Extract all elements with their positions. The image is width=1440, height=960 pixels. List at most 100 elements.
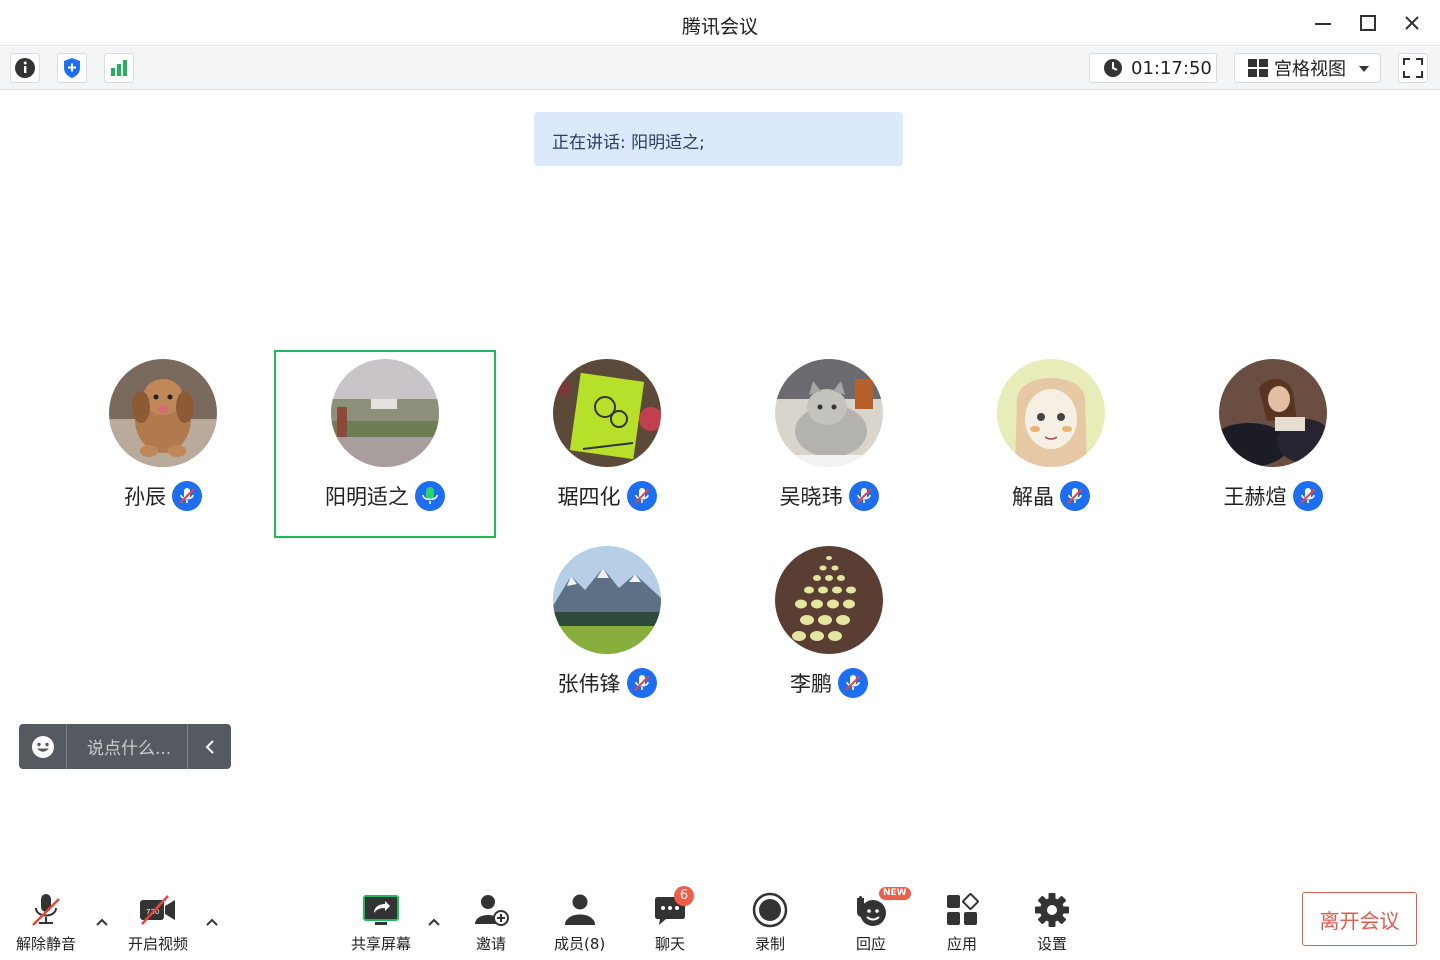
record-icon <box>752 892 788 928</box>
avatar <box>553 546 661 654</box>
view-mode-label: 宫格视图 <box>1274 59 1346 80</box>
avatar <box>1219 359 1327 467</box>
avatar <box>331 359 439 467</box>
close-button[interactable] <box>1398 9 1426 37</box>
participant-name: 解晶 <box>1012 485 1054 509</box>
maximize-button[interactable] <box>1354 9 1382 37</box>
share-options-button[interactable] <box>426 914 442 930</box>
smiley-icon <box>31 735 54 758</box>
settings-label: 设置 <box>1036 935 1067 953</box>
avatar <box>997 359 1105 467</box>
unread-badge: 6 <box>674 886 694 906</box>
record-button[interactable]: 录制 <box>750 890 790 954</box>
dropdown-caret-icon <box>1359 66 1369 72</box>
grid-view-icon <box>1248 59 1268 77</box>
mic-muted-icon <box>838 668 868 698</box>
network-quality-button[interactable] <box>104 53 134 83</box>
members-button[interactable]: 成员(8) <box>554 890 605 954</box>
mic-off-icon <box>32 894 60 926</box>
chevron-up-icon <box>96 918 108 926</box>
participant-tile[interactable]: 李鹏 <box>718 538 940 726</box>
leave-meeting-button[interactable]: 离开会议 <box>1302 892 1417 946</box>
avatar <box>109 359 217 467</box>
collapse-chat-button[interactable] <box>187 724 231 769</box>
signal-bars-icon <box>111 60 127 76</box>
participant-name-row: 孙辰 <box>52 481 274 511</box>
avatar <box>775 546 883 654</box>
video-options-button[interactable] <box>204 914 220 930</box>
window-title: 腾讯会议 <box>681 16 758 38</box>
mic-muted-icon <box>1292 481 1323 511</box>
share-screen-label: 共享屏幕 <box>351 935 412 953</box>
start-video-button[interactable]: 720 开启视频 <box>128 890 188 954</box>
shield-icon <box>64 58 80 78</box>
maximize-icon <box>1360 15 1376 31</box>
new-tag: NEW <box>879 887 911 900</box>
members-icon <box>564 894 595 925</box>
chevron-up-icon <box>206 918 218 926</box>
unmute-button[interactable]: 解除静音 <box>16 890 76 954</box>
share-screen-icon <box>363 895 399 925</box>
participant-name: 王赫煊 <box>1223 485 1287 509</box>
mic-muted-icon <box>172 481 202 511</box>
participant-tile[interactable]: 解晶 <box>940 351 1162 539</box>
meeting-info-button[interactable] <box>10 53 40 83</box>
participant-name-row: 吴晓玮 <box>718 481 940 511</box>
participant-name-row: 阳明适之 <box>276 481 494 511</box>
reactions-label: 回应 <box>855 935 886 953</box>
minimize-button[interactable] <box>1309 9 1337 37</box>
participant-name: 吴晓玮 <box>779 485 843 509</box>
participant-name-row: 王赫煊 <box>1162 481 1384 511</box>
invite-button[interactable]: 邀请 <box>471 890 511 954</box>
quick-chat-input[interactable]: 说点什么... <box>67 734 187 759</box>
start-video-label: 开启视频 <box>128 935 189 953</box>
info-icon <box>15 58 35 78</box>
mic-muted-icon <box>626 481 657 511</box>
participant-tile[interactable]: 孙辰 <box>52 351 274 539</box>
audio-options-button[interactable] <box>94 914 110 930</box>
participant-name-row: 琚四化 <box>496 481 718 511</box>
participant-tile-active[interactable]: 阳明适之 <box>274 350 496 538</box>
close-icon <box>1405 16 1419 30</box>
view-mode-dropdown[interactable]: 宫格视图 <box>1234 53 1381 83</box>
chevron-left-icon <box>205 739 214 754</box>
participant-name-row: 张伟锋 <box>496 668 718 698</box>
fullscreen-button[interactable] <box>1398 53 1428 83</box>
participant-tile[interactable]: 王赫煊 <box>1162 351 1384 539</box>
speaking-indicator: 正在讲话: 阳明适之; <box>534 112 903 166</box>
mic-muted-icon <box>626 668 657 698</box>
fullscreen-icon <box>1403 58 1423 78</box>
avatar <box>553 359 661 467</box>
mic-muted-icon <box>1060 481 1090 511</box>
mic-muted-icon <box>848 481 879 511</box>
add-user-icon <box>475 895 509 926</box>
minimize-icon <box>1315 23 1331 25</box>
avatar <box>775 359 883 467</box>
members-label: 成员(8) <box>554 935 606 953</box>
participant-name: 李鹏 <box>790 672 832 696</box>
meeting-timer: 01:17:50 <box>1089 53 1217 83</box>
reactions-button[interactable]: NEW 回应 <box>851 887 911 954</box>
participant-tile[interactable]: 吴晓玮 <box>718 351 940 539</box>
participant-name: 阳明适之 <box>325 485 409 509</box>
record-label: 录制 <box>754 935 785 953</box>
mic-speaking-icon <box>415 481 445 511</box>
meeting-control-bar: 解除静音 720 开启视频 共享屏幕 邀请 成员(8) 6 <box>0 876 1440 960</box>
clock-icon <box>1104 59 1122 77</box>
camera-off-icon: 720 <box>140 895 175 925</box>
apps-grid-icon <box>947 893 979 925</box>
participant-name-row: 解晶 <box>940 481 1162 511</box>
chat-button[interactable]: 6 聊天 <box>650 886 694 954</box>
share-screen-button[interactable]: 共享屏幕 <box>351 890 411 954</box>
apps-label: 应用 <box>946 935 977 953</box>
emoji-button[interactable] <box>19 724 67 769</box>
participant-name: 琚四化 <box>557 485 621 509</box>
security-button[interactable] <box>57 53 87 83</box>
settings-button[interactable]: 设置 <box>1032 890 1072 954</box>
apps-button[interactable]: 应用 <box>942 890 982 954</box>
chat-label: 聊天 <box>654 935 685 953</box>
meeting-toolbar: 01:17:50 宫格视图 <box>0 47 1440 90</box>
participant-tile[interactable]: 张伟锋 <box>496 538 718 726</box>
participant-tile[interactable]: 琚四化 <box>496 351 718 539</box>
unmute-label: 解除静音 <box>16 935 77 953</box>
